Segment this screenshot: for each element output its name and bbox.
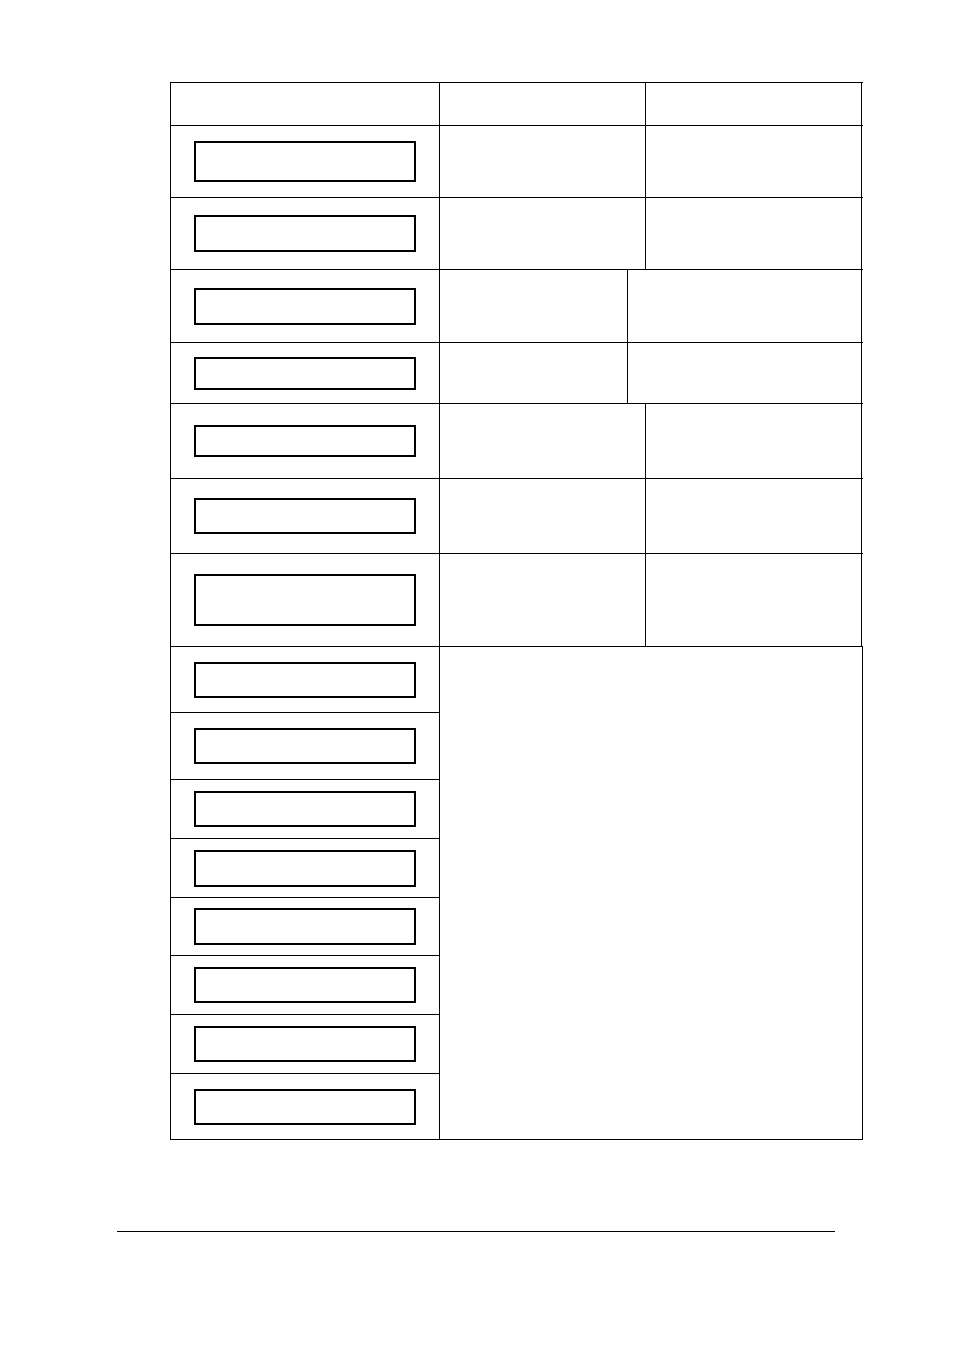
table-cell-right: [646, 404, 862, 478]
field-box: [194, 215, 416, 252]
table-cell-left: [170, 713, 440, 779]
table-cell-left: [170, 956, 440, 1014]
field-box: [194, 288, 416, 325]
table-cell-left: [170, 1074, 440, 1139]
table-cell-mid: [440, 479, 646, 553]
page: [0, 0, 954, 1351]
footer-line: [117, 1231, 835, 1232]
table-cell-left: [170, 647, 440, 712]
table-cell-mid: [440, 126, 646, 197]
table-cell-right: [628, 343, 862, 403]
table-cell-mid: [440, 270, 628, 342]
table-cell-left: [170, 404, 440, 478]
field-box: [194, 908, 416, 945]
table-cell-left: [170, 1015, 440, 1073]
field-box: [194, 967, 416, 1003]
table-cell-right: [646, 126, 862, 197]
field-box: [194, 498, 416, 534]
field-box: [194, 141, 416, 182]
table-cell-left: [170, 126, 440, 197]
field-box: [194, 425, 416, 457]
table-cell-mid: [440, 198, 646, 269]
table-cell-right: [646, 198, 862, 269]
table-cell-right: [646, 83, 862, 125]
table-cell-mid: [440, 343, 628, 403]
field-box: [194, 574, 416, 626]
table-cell-merged: [440, 647, 863, 1139]
table-cell-left: [170, 839, 440, 897]
table-cell-right: [646, 554, 862, 646]
table-cell-right: [628, 270, 862, 342]
table-cell-left: [170, 83, 440, 125]
field-box: [194, 357, 416, 390]
field-box: [194, 662, 416, 698]
table: [170, 82, 863, 1140]
table-cell-left: [170, 479, 440, 553]
table-cell-left: [170, 343, 440, 403]
field-box: [194, 791, 416, 827]
table-cell-left: [170, 554, 440, 646]
field-box: [194, 1026, 416, 1062]
table-cell-left: [170, 898, 440, 955]
table-cell-left: [170, 198, 440, 269]
field-box: [194, 1089, 416, 1125]
table-cell-mid: [440, 554, 646, 646]
field-box: [194, 850, 416, 887]
table-cell-right: [646, 479, 862, 553]
field-box: [194, 728, 416, 764]
table-cell-mid: [440, 404, 646, 478]
table-cell-left: [170, 270, 440, 342]
table-cell-left: [170, 780, 440, 838]
table-cell-mid: [440, 83, 646, 125]
